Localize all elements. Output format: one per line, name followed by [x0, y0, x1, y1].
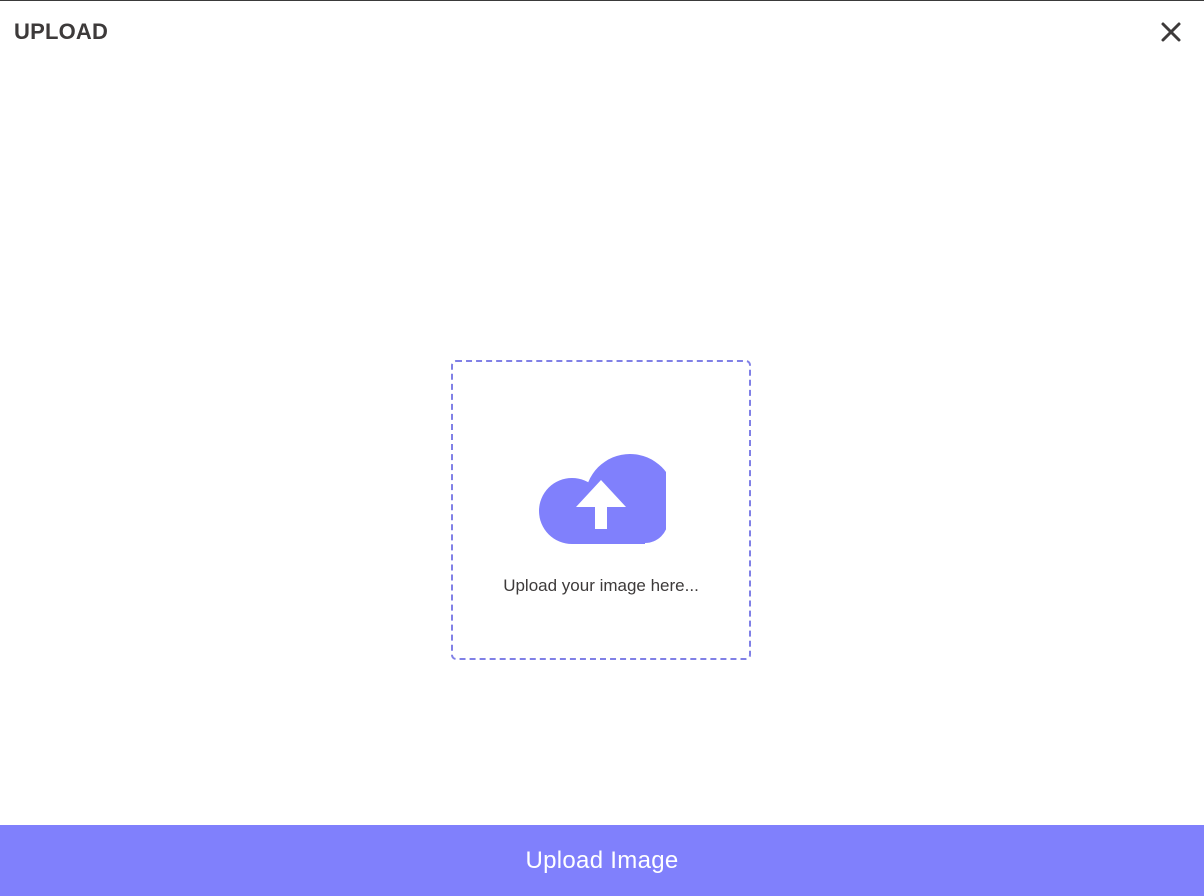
- upload-image-button[interactable]: Upload Image: [0, 825, 1204, 896]
- dialog-header: UPLOAD: [0, 1, 1204, 63]
- close-icon: [1158, 19, 1184, 45]
- drop-zone-label: Upload your image here...: [503, 576, 699, 595]
- cloud-upload-icon: [539, 454, 666, 544]
- image-drop-zone[interactable]: Upload your image here...: [451, 360, 751, 660]
- upload-image-button-label: Upload Image: [525, 846, 679, 874]
- close-button[interactable]: [1158, 19, 1184, 45]
- dialog-title: UPLOAD: [14, 19, 109, 44]
- upload-dialog: UPLOAD Upload your image here... Upload …: [0, 0, 1204, 896]
